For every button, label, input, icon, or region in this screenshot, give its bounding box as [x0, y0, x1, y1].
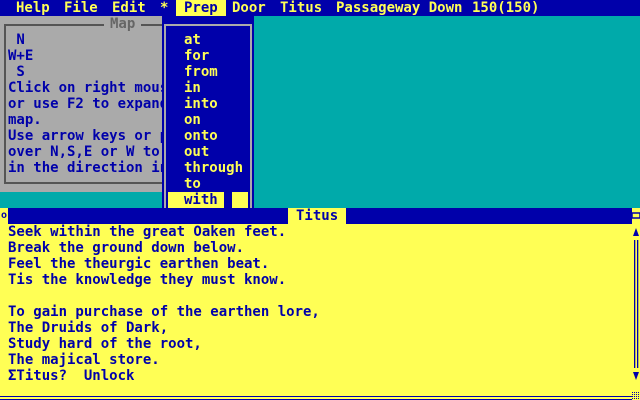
- map-title: Map: [104, 16, 142, 32]
- prep-option-in[interactable]: in: [184, 80, 201, 96]
- map-help-line: Use arrow keys or p: [8, 128, 169, 144]
- map-north[interactable]: N: [8, 32, 24, 48]
- bottom-border: [0, 396, 632, 400]
- text-line: Tis the knowledge they must know.: [8, 272, 287, 288]
- prep-dropdown: at for from in into on onto out through …: [162, 16, 254, 214]
- prep-option-out[interactable]: out: [184, 144, 209, 160]
- text-line: Study hard of the root,: [8, 336, 202, 352]
- resize-handle-icon[interactable]: [632, 392, 640, 400]
- menu-help[interactable]: Help: [16, 0, 50, 16]
- prep-option-on[interactable]: on: [184, 112, 201, 128]
- scroll-up-icon[interactable]: [633, 228, 639, 236]
- menu-titus[interactable]: Titus: [280, 0, 322, 16]
- scroll-down-icon[interactable]: [633, 372, 639, 380]
- menu-bar: Help File Edit * Prep Door Titus Passage…: [0, 0, 640, 16]
- map-help-line: or use F2 to expand: [8, 96, 169, 112]
- map-help-line: Click on right mous: [8, 80, 169, 96]
- menu-edit[interactable]: Edit: [112, 0, 146, 16]
- menu-door[interactable]: Door: [232, 0, 266, 16]
- map-west-east[interactable]: W+E: [8, 48, 33, 64]
- menu-location: Passageway Down: [336, 0, 463, 16]
- prep-option-into[interactable]: into: [184, 96, 218, 112]
- score: 150(150): [472, 0, 540, 16]
- map-south[interactable]: S: [8, 64, 24, 80]
- map-window[interactable]: Map N W+E S Click on right mous or use F…: [0, 16, 194, 192]
- command-prompt[interactable]: ΣTitus? Unlock: [8, 368, 134, 384]
- selection-marker: [232, 192, 248, 208]
- map-help-line: over N,S,E or W to: [8, 144, 160, 160]
- map-help-line: in the direction in: [8, 160, 169, 176]
- vertical-scrollbar[interactable]: [632, 224, 640, 384]
- prep-option-with[interactable]: with: [168, 192, 224, 208]
- text-line: Seek within the great Oaken feet.: [8, 224, 287, 240]
- menu-prep[interactable]: Prep: [176, 0, 226, 16]
- titus-window: o Titus Seek within the great Oaken feet…: [0, 208, 640, 400]
- prep-option-at[interactable]: at: [184, 32, 201, 48]
- text-line: The Druids of Dark,: [8, 320, 169, 336]
- text-line: To gain purchase of the earthen lore,: [8, 304, 320, 320]
- prep-option-from[interactable]: from: [184, 64, 218, 80]
- close-icon[interactable]: o: [0, 208, 8, 224]
- prep-option-for[interactable]: for: [184, 48, 209, 64]
- maximize-icon[interactable]: [632, 208, 640, 224]
- window-title-bar[interactable]: o Titus: [0, 208, 632, 224]
- menu-file[interactable]: File: [64, 0, 98, 16]
- text-line: Feel the theurgic earthen beat.: [8, 256, 270, 272]
- window-title: Titus: [288, 208, 347, 224]
- prep-option-through[interactable]: through: [184, 160, 243, 176]
- prep-option-onto[interactable]: onto: [184, 128, 218, 144]
- prep-option-to[interactable]: to: [184, 176, 201, 192]
- map-help-line: map.: [8, 112, 42, 128]
- menu-star[interactable]: *: [160, 0, 168, 16]
- text-line: Break the ground down below.: [8, 240, 245, 256]
- text-line: The majical store.: [8, 352, 160, 368]
